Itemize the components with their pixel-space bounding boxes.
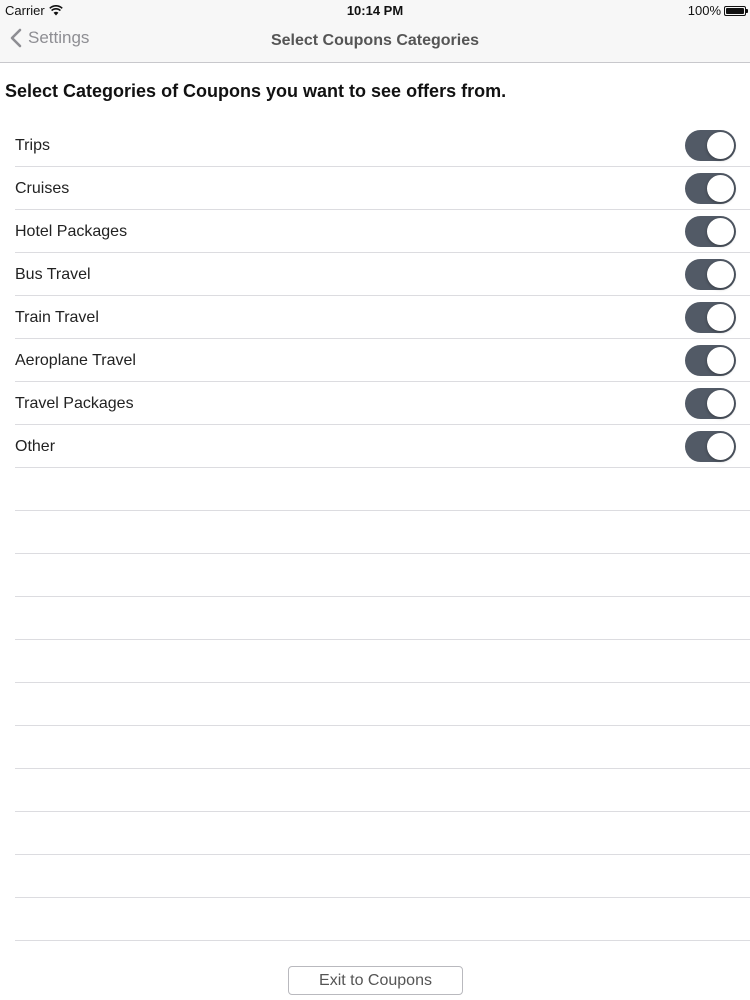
category-label: Hotel Packages [15,223,128,240]
category-list: Trips Cruises Hotel Packages Bus Travel … [0,124,750,941]
toggle-knob [707,175,734,202]
empty-table-row [0,554,750,597]
empty-table-row [0,683,750,726]
empty-table-row [0,468,750,511]
cruises-toggle[interactable] [685,173,736,204]
category-row-cruises: Cruises [0,167,750,210]
category-label: Other [15,438,56,455]
toggle-knob [707,347,734,374]
category-label: Bus Travel [15,266,91,283]
empty-table-row [0,511,750,554]
empty-table-row [0,855,750,898]
empty-table-row [0,726,750,769]
aeroplane-travel-toggle[interactable] [685,345,736,376]
hotel-packages-toggle[interactable] [685,216,736,247]
other-toggle[interactable] [685,431,736,462]
category-row-aeroplane-travel: Aeroplane Travel [0,339,750,382]
toggle-knob [707,433,734,460]
toggle-knob [707,132,734,159]
travel-packages-toggle[interactable] [685,388,736,419]
status-bar: Carrier 10:14 PM 100% [0,0,750,20]
category-row-travel-packages: Travel Packages [0,382,750,425]
bus-travel-toggle[interactable] [685,259,736,290]
category-label: Trips [15,137,50,154]
category-label: Train Travel [15,309,99,326]
battery-percentage: 100% [687,3,721,18]
trips-toggle[interactable] [685,130,736,161]
empty-table-row [0,640,750,683]
category-row-train-travel: Train Travel [0,296,750,339]
category-row-hotel-packages: Hotel Packages [0,210,750,253]
toggle-knob [707,218,734,245]
toggle-knob [707,390,734,417]
app-screen: Carrier 10:14 PM 100% Settings Select Co… [0,0,750,1000]
empty-table-row [0,898,750,941]
empty-table-row [0,597,750,640]
category-row-trips: Trips [0,124,750,167]
navigation-bar: Settings Select Coupons Categories [0,20,750,63]
empty-table-row [0,769,750,812]
category-row-bus-travel: Bus Travel [0,253,750,296]
category-row-other: Other [0,425,750,468]
category-label: Cruises [15,180,70,197]
toggle-knob [707,261,734,288]
toggle-knob [707,304,734,331]
status-time: 10:14 PM [346,3,404,18]
category-label: Travel Packages [15,395,134,412]
page-title: Select Coupons Categories [270,32,480,49]
battery-area: 100% [687,3,748,18]
instructions-heading: Select Categories of Coupons you want to… [5,81,507,101]
category-label: Aeroplane Travel [15,352,136,369]
train-travel-toggle[interactable] [685,302,736,333]
battery-icon [724,5,748,16]
empty-table-row [0,812,750,855]
exit-to-coupons-button[interactable]: Exit to Coupons [288,966,463,995]
